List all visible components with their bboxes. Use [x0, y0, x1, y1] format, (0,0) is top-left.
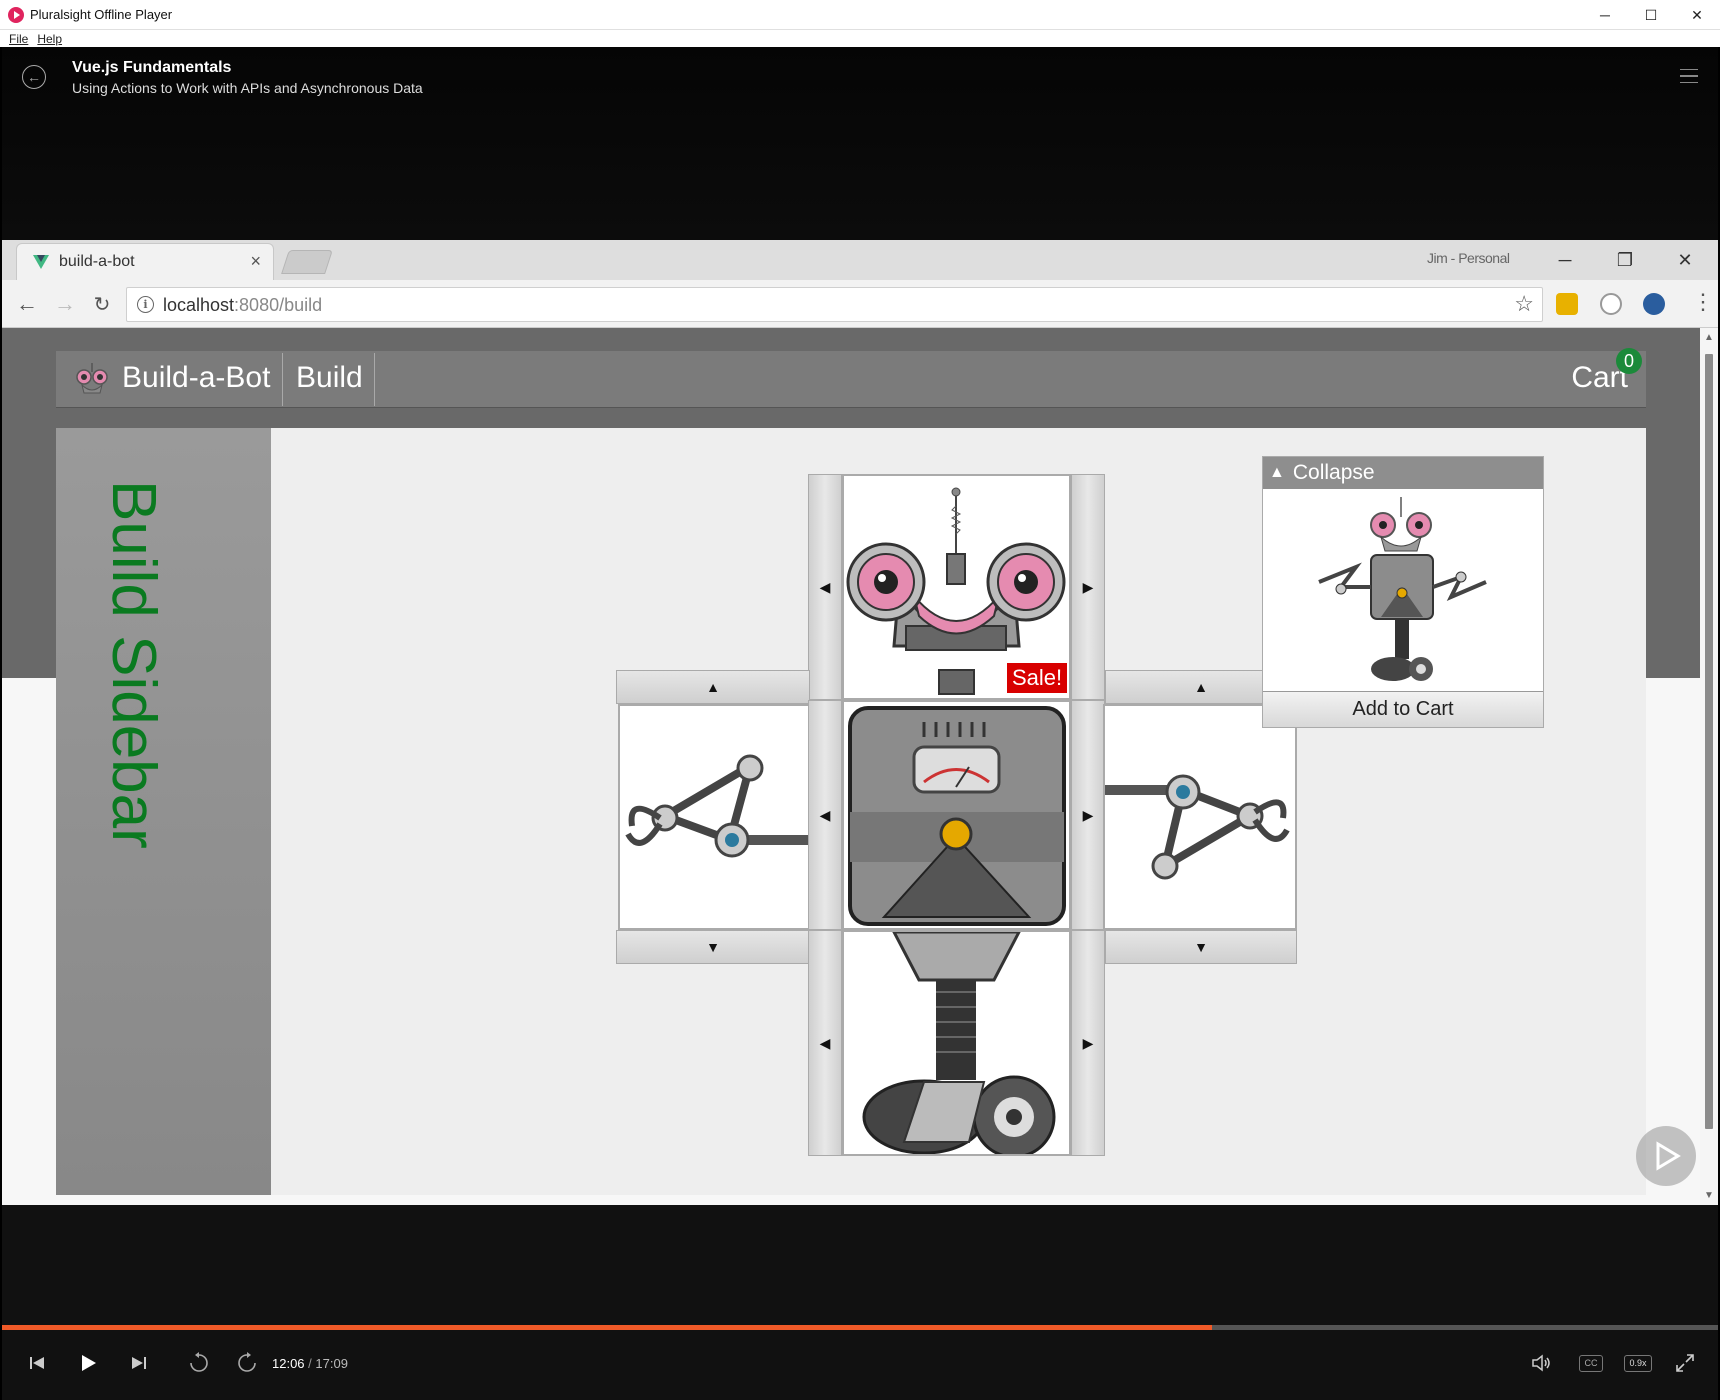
scroll-down-icon[interactable]: ▼ — [1704, 1190, 1714, 1201]
right-arm-slot — [1103, 704, 1297, 930]
robot-logo-icon — [76, 363, 108, 394]
nav-build-link[interactable]: Build — [296, 361, 363, 395]
browser-close-button[interactable]: ✕ — [1657, 240, 1713, 280]
collapse-triangle-icon: ▲ — [1269, 464, 1285, 481]
fullscreen-icon[interactable] — [1670, 1346, 1700, 1380]
play-icon[interactable] — [70, 1346, 106, 1380]
sale-badge: Sale! — [1007, 663, 1068, 693]
browser-menu-icon[interactable]: ⋮ — [1692, 291, 1714, 313]
menu-help[interactable]: Help — [37, 32, 62, 46]
app-title: Pluralsight Offline Player — [30, 7, 173, 22]
base-slot — [842, 930, 1071, 1156]
extension-icon[interactable] — [1556, 293, 1578, 315]
torso-next-button[interactable]: ▶ — [1071, 700, 1105, 930]
tab-strip: build-a-bot × Jim - Personal ─ ❐ ✕ — [2, 240, 1718, 280]
left-arm-next-button[interactable]: ▼ — [616, 930, 810, 964]
info-icon[interactable]: i — [137, 296, 154, 313]
collapse-toggle[interactable]: ▲ Collapse — [1263, 457, 1543, 489]
time-separator: / — [308, 1356, 312, 1371]
left-arm-slot — [618, 704, 812, 930]
time-display: 12:06 / 17:09 — [272, 1356, 348, 1371]
right-arm-next-button[interactable]: ▼ — [1105, 930, 1297, 964]
tab-build-a-bot[interactable]: build-a-bot × — [16, 243, 274, 280]
volume-icon[interactable] — [1528, 1346, 1556, 1380]
progress-fill — [2, 1325, 1212, 1330]
sidebar-text: Build Sidebar — [99, 480, 168, 849]
reload-icon[interactable]: ↻ — [88, 290, 116, 318]
pluralsight-logo-icon — [8, 6, 24, 23]
extension-icon[interactable] — [1600, 293, 1622, 315]
site-header: Build-a-Bot Build Cart 0 — [56, 348, 1646, 408]
robot-base-image — [862, 932, 1056, 1154]
bookmark-star-icon[interactable]: ☆ — [1514, 291, 1534, 317]
app-menubar: File Help — [0, 30, 1720, 47]
browser-toolbar: ← → ↻ i localhost:8080/build ☆ ⋮ — [2, 280, 1718, 328]
progress-bar[interactable] — [2, 1325, 1718, 1330]
course-title: Vue.js Fundamentals — [72, 59, 232, 76]
vue-logo-icon — [33, 255, 49, 269]
close-button[interactable]: ✕ — [1674, 0, 1720, 30]
speed-label: 0.9x — [1624, 1354, 1652, 1372]
collapse-label: Collapse — [1292, 461, 1375, 484]
add-to-cart-button[interactable]: Add to Cart — [1263, 691, 1543, 727]
robot-right-arm-image — [1105, 774, 1290, 880]
head-next-button[interactable]: ▶ — [1071, 474, 1105, 700]
rewind-10-icon[interactable] — [184, 1346, 214, 1380]
skip-next-icon[interactable] — [124, 1346, 154, 1380]
head-prev-button[interactable]: ◀ — [808, 474, 842, 700]
cc-label: CC — [1579, 1354, 1603, 1372]
new-tab-button[interactable] — [281, 250, 333, 274]
forward-arrow-icon[interactable]: → — [51, 290, 79, 318]
robot-torso-image — [848, 706, 1066, 926]
current-time: 12:06 — [272, 1356, 305, 1371]
brand-link[interactable]: Build-a-Bot — [122, 361, 270, 395]
base-next-button[interactable]: ▶ — [1071, 930, 1105, 1156]
eye-extension-icon[interactable] — [1643, 293, 1665, 315]
left-arm-prev-button[interactable]: ▲ — [616, 670, 810, 704]
module-title: Using Actions to Work with APIs and Asyn… — [72, 80, 423, 96]
menu-file[interactable]: File — [9, 32, 28, 46]
back-icon[interactable]: ← — [22, 65, 46, 89]
forward-10-icon[interactable] — [232, 1346, 262, 1380]
total-time: 17:09 — [315, 1356, 348, 1371]
robot-preview-image — [1318, 497, 1487, 681]
nav-divider — [374, 353, 375, 406]
address-bar[interactable]: i localhost:8080/build ☆ — [126, 287, 1543, 322]
tab-label: build-a-bot — [59, 253, 135, 270]
url-text: localhost:8080/build — [163, 295, 323, 315]
torso-slot — [842, 700, 1071, 930]
menu-icon[interactable] — [1680, 69, 1698, 83]
robot-preview-panel: ▲ Collapse Add to Cart — [1262, 456, 1544, 728]
head-slot: Sale! — [842, 474, 1071, 700]
maximize-button[interactable]: ☐ — [1628, 0, 1674, 30]
base-prev-button[interactable]: ◀ — [808, 930, 842, 1156]
browser-minimize-button[interactable]: ─ — [1537, 240, 1593, 280]
window-controls: ─ ☐ ✕ — [1582, 0, 1720, 30]
app-titlebar: Pluralsight Offline Player ─ ☐ ✕ — [0, 0, 1720, 30]
tab-close-icon[interactable]: × — [250, 251, 261, 272]
robot-left-arm-image — [625, 754, 810, 858]
page-scrollbar[interactable]: ▲ ▼ — [1700, 328, 1718, 1205]
minimize-button[interactable]: ─ — [1582, 0, 1628, 30]
next-clip-icon[interactable] — [1636, 1126, 1696, 1186]
profile-name[interactable]: Jim - Personal — [1427, 250, 1510, 266]
scrollbar-thumb[interactable] — [1705, 354, 1713, 1129]
player-header: ← Vue.js Fundamentals Using Actions to W… — [2, 47, 1718, 240]
scroll-up-icon[interactable]: ▲ — [1704, 332, 1714, 343]
browser-restore-button[interactable]: ❐ — [1597, 240, 1653, 280]
build-sidebar: Build Sidebar — [56, 428, 271, 1195]
speed-button[interactable]: 0.9x — [1622, 1346, 1654, 1380]
nav-divider — [282, 353, 283, 406]
cart-count-badge: 0 — [1616, 348, 1642, 374]
captions-button[interactable]: CC — [1576, 1346, 1606, 1380]
back-arrow-icon[interactable]: ← — [13, 290, 41, 318]
torso-prev-button[interactable]: ◀ — [808, 700, 842, 930]
skip-previous-icon[interactable] — [22, 1346, 52, 1380]
